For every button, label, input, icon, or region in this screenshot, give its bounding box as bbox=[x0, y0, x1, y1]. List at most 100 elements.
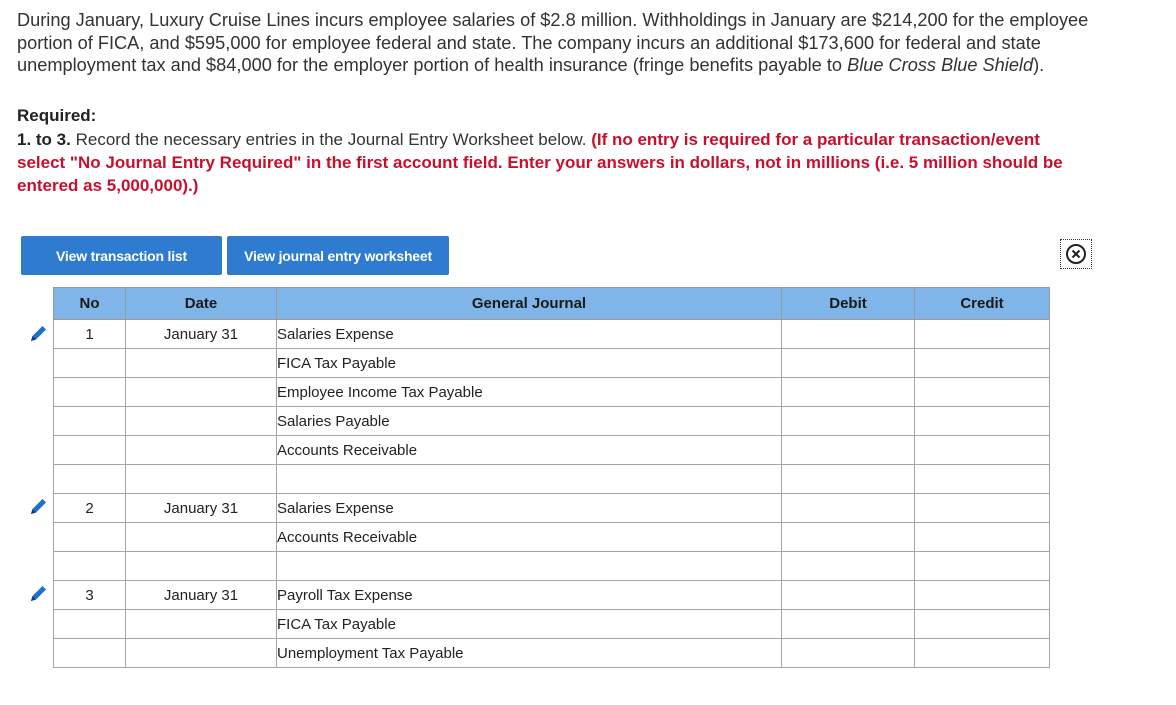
problem-line: During January, Luxury Cruise Lines incu… bbox=[17, 10, 1089, 30]
table-row: 1 January 31 Salaries Expense bbox=[53, 319, 1050, 349]
account-cell[interactable] bbox=[276, 551, 782, 581]
debit-cell[interactable] bbox=[781, 638, 915, 668]
credit-cell[interactable] bbox=[914, 493, 1050, 523]
account-cell[interactable]: Salaries Expense bbox=[276, 493, 782, 523]
instructions: 1. to 3. Record the necessary entries in… bbox=[17, 128, 1176, 197]
credit-cell[interactable] bbox=[914, 638, 1050, 668]
account-cell[interactable]: Unemployment Tax Payable bbox=[276, 638, 782, 668]
date-cell: January 31 bbox=[125, 493, 277, 523]
instruction-line: entered as 5,000,000).) bbox=[17, 176, 199, 195]
table-row: Employee Income Tax Payable bbox=[53, 377, 1050, 407]
debit-cell[interactable] bbox=[781, 348, 915, 378]
date-cell bbox=[125, 609, 277, 639]
credit-cell[interactable] bbox=[914, 522, 1050, 552]
entry-number-cell bbox=[53, 464, 126, 494]
problem-text: ). bbox=[1033, 55, 1045, 76]
credit-cell[interactable] bbox=[914, 551, 1050, 581]
debit-cell[interactable] bbox=[781, 319, 915, 349]
problem-line: portion of FICA, and $595,000 for employ… bbox=[17, 32, 1041, 53]
instruction-text: Record the necessary entries in the Jour… bbox=[75, 130, 587, 149]
credit-cell[interactable] bbox=[914, 377, 1050, 407]
entry-number-cell bbox=[53, 348, 126, 378]
entry-number-cell bbox=[53, 377, 126, 407]
view-transaction-list-button[interactable]: View transaction list bbox=[21, 236, 222, 275]
table-row: FICA Tax Payable bbox=[53, 348, 1050, 378]
debit-cell[interactable] bbox=[781, 493, 915, 523]
table-header-row: No Date General Journal Debit Credit bbox=[53, 287, 1050, 320]
table-row: Accounts Receivable bbox=[53, 435, 1050, 465]
entry-number-cell bbox=[53, 551, 126, 581]
credit-cell[interactable] bbox=[914, 464, 1050, 494]
view-journal-worksheet-button[interactable]: View journal entry worksheet bbox=[227, 236, 449, 275]
journal-table: No Date General Journal Debit Credit 1 Ja… bbox=[53, 287, 1050, 668]
table-row: 3 January 31 Payroll Tax Expense bbox=[53, 580, 1050, 610]
debit-cell[interactable] bbox=[781, 609, 915, 639]
credit-cell[interactable] bbox=[914, 406, 1050, 436]
credit-cell[interactable] bbox=[914, 609, 1050, 639]
date-cell bbox=[125, 377, 277, 407]
date-cell bbox=[125, 435, 277, 465]
close-circle-icon bbox=[1066, 244, 1086, 264]
table-row: Unemployment Tax Payable bbox=[53, 638, 1050, 668]
problem-line: unemployment tax and $84,000 for the emp… bbox=[17, 54, 1176, 77]
instruction-line: select "No Journal Entry Required" in th… bbox=[17, 153, 1063, 172]
debit-cell[interactable] bbox=[781, 377, 915, 407]
table-row bbox=[53, 464, 1050, 494]
date-cell bbox=[125, 406, 277, 436]
table-row: Accounts Receivable bbox=[53, 522, 1050, 552]
entry-number-cell bbox=[53, 406, 126, 436]
problem-text: unemployment tax and $84,000 for the emp… bbox=[17, 55, 848, 76]
account-cell[interactable]: Accounts Receivable bbox=[276, 435, 782, 465]
debit-cell[interactable] bbox=[781, 435, 915, 465]
instruction-note: (If no entry is required for a particula… bbox=[591, 130, 1040, 149]
date-cell bbox=[125, 348, 277, 378]
debit-cell[interactable] bbox=[781, 551, 915, 581]
header-credit: Credit bbox=[914, 287, 1050, 320]
account-cell[interactable]: FICA Tax Payable bbox=[276, 348, 782, 378]
debit-cell[interactable] bbox=[781, 406, 915, 436]
account-cell[interactable] bbox=[276, 464, 782, 494]
credit-cell[interactable] bbox=[914, 348, 1050, 378]
entry-number-cell bbox=[53, 435, 126, 465]
date-cell: January 31 bbox=[125, 580, 277, 610]
entry-number-cell bbox=[53, 522, 126, 552]
debit-cell[interactable] bbox=[781, 464, 915, 494]
pencil-icon[interactable] bbox=[27, 323, 49, 345]
date-cell bbox=[125, 551, 277, 581]
table-row bbox=[53, 551, 1050, 581]
instruction-line: 1. to 3. Record the necessary entries in… bbox=[17, 128, 1176, 151]
entry-number-cell bbox=[53, 609, 126, 639]
close-button[interactable] bbox=[1060, 239, 1092, 269]
entry-number-cell bbox=[53, 638, 126, 668]
date-cell bbox=[125, 522, 277, 552]
account-cell[interactable]: Payroll Tax Expense bbox=[276, 580, 782, 610]
requirement-number: 1. to 3. bbox=[17, 130, 71, 149]
header-date: Date bbox=[125, 287, 277, 320]
pencil-icon[interactable] bbox=[27, 583, 49, 605]
journal-body: 1 January 31 Salaries Expense FICA Tax Paya… bbox=[53, 319, 1050, 668]
credit-cell[interactable] bbox=[914, 580, 1050, 610]
entry-number-cell: 3 bbox=[53, 580, 126, 610]
problem-statement: During January, Luxury Cruise Lines incu… bbox=[17, 9, 1176, 77]
table-row: FICA Tax Payable bbox=[53, 609, 1050, 639]
account-cell[interactable]: FICA Tax Payable bbox=[276, 609, 782, 639]
entry-number-cell: 1 bbox=[53, 319, 126, 349]
credit-cell[interactable] bbox=[914, 319, 1050, 349]
debit-cell[interactable] bbox=[781, 580, 915, 610]
credit-cell[interactable] bbox=[914, 435, 1050, 465]
account-cell[interactable]: Accounts Receivable bbox=[276, 522, 782, 552]
table-row: 2 January 31 Salaries Expense bbox=[53, 493, 1050, 523]
account-cell[interactable]: Employee Income Tax Payable bbox=[276, 377, 782, 407]
date-cell: January 31 bbox=[125, 319, 277, 349]
date-cell bbox=[125, 638, 277, 668]
header-debit: Debit bbox=[781, 287, 915, 320]
table-row: Salaries Payable bbox=[53, 406, 1050, 436]
account-cell[interactable]: Salaries Expense bbox=[276, 319, 782, 349]
account-cell[interactable]: Salaries Payable bbox=[276, 406, 782, 436]
debit-cell[interactable] bbox=[781, 522, 915, 552]
company-name: Blue Cross Blue Shield bbox=[847, 55, 1034, 76]
entry-number-cell: 2 bbox=[53, 493, 126, 523]
pencil-icon[interactable] bbox=[27, 496, 49, 518]
date-cell bbox=[125, 464, 277, 494]
required-heading: Required: bbox=[17, 106, 97, 125]
